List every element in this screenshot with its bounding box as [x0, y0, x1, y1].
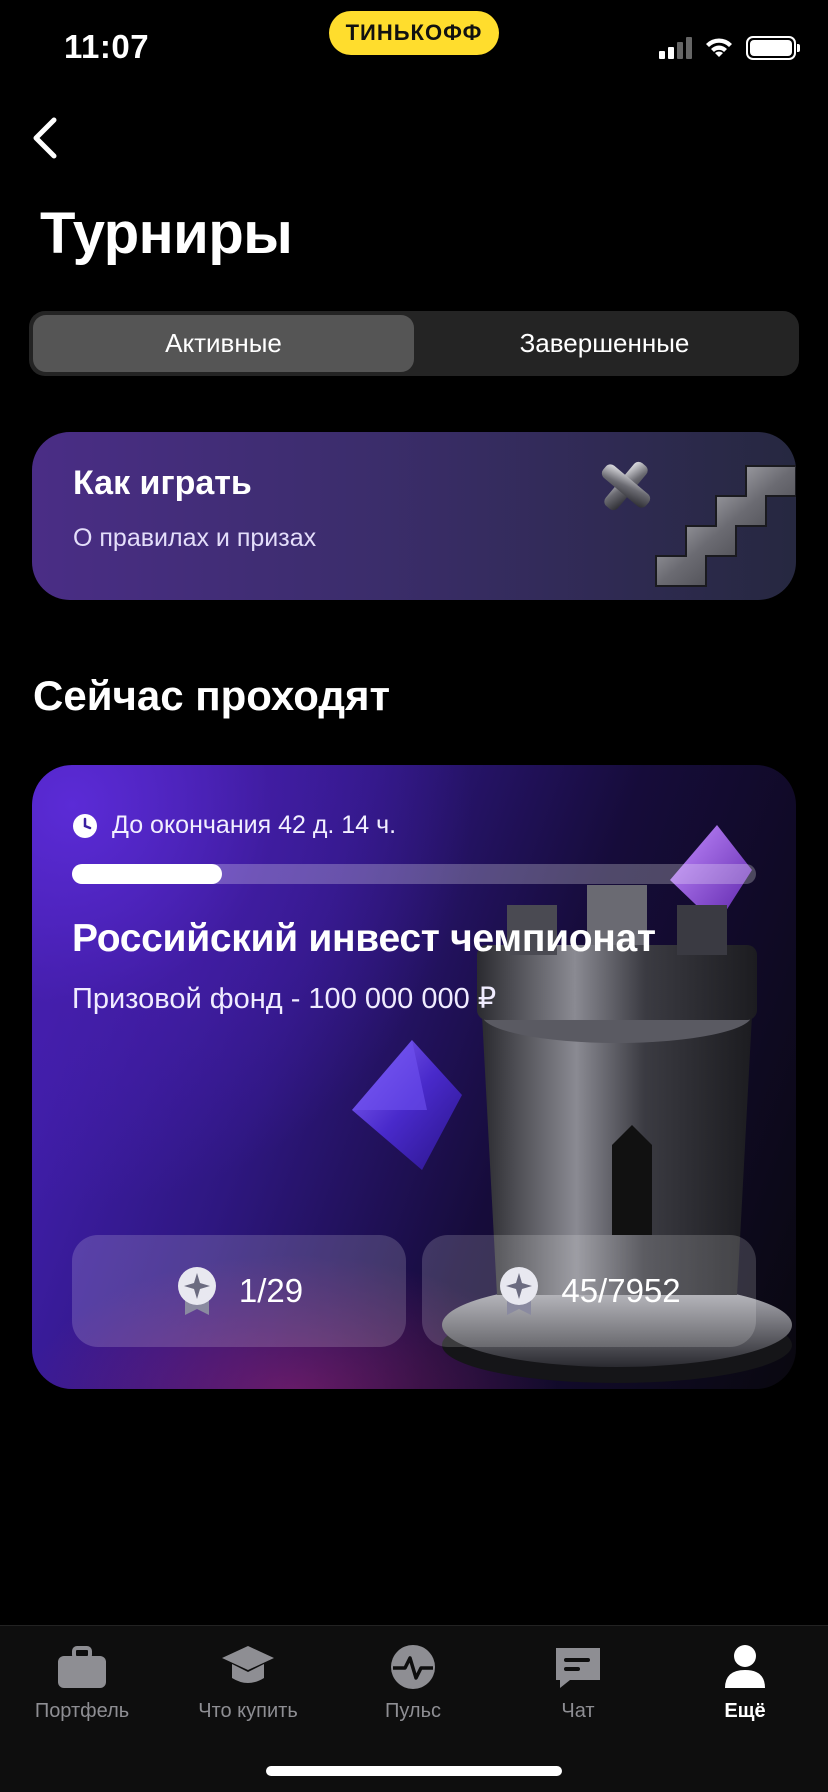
tournament-title: Российский инвест чемпионат [72, 917, 656, 960]
brand-pill: ТИНЬКОФФ [329, 11, 499, 55]
clock-icon [73, 813, 97, 838]
cellular-signal-icon [659, 37, 692, 59]
tab-chat[interactable]: Чат [498, 1642, 658, 1723]
tab-label: Ещё [724, 1700, 766, 1722]
chevron-left-icon [33, 117, 57, 159]
rank-value-2: 45/7952 [561, 1272, 681, 1309]
status-icons [659, 36, 800, 60]
segmented-control: Активные Завершенные [29, 311, 799, 376]
progress-fill [72, 864, 223, 884]
tab-pulse[interactable]: Пульс [333, 1642, 493, 1723]
tab-label: Портфель [34, 1700, 130, 1722]
section-title: Сейчас проходят [33, 672, 391, 719]
medal-icon [500, 1267, 539, 1315]
medal-icon [177, 1267, 216, 1315]
pulse-icon [391, 1645, 435, 1689]
status-time: 11:07 [64, 28, 150, 65]
tetris-blocks-illustration [601, 461, 796, 587]
profile-icon [725, 1645, 765, 1688]
how-to-play-card[interactable]: Как играть О правилах и призах [32, 432, 796, 600]
back-button[interactable] [20, 110, 68, 166]
how-to-play-title: Как играть [73, 464, 252, 502]
home-indicator [266, 1766, 562, 1776]
rank-stat-1[interactable]: 1/29 [72, 1235, 406, 1347]
page-title: Турниры [40, 201, 293, 266]
tab-what-to-buy[interactable]: Что купить [168, 1642, 328, 1723]
timer-row: До окончания 42 д. 14 ч. [72, 811, 396, 840]
briefcase-icon [58, 1646, 106, 1688]
how-to-play-subtitle: О правилах и призах [73, 524, 317, 552]
tournament-card[interactable]: До окончания 42 д. 14 ч. Российский инве… [32, 765, 796, 1389]
rank-value-1: 1/29 [238, 1272, 304, 1309]
graduation-cap-icon [222, 1646, 274, 1683]
tournament-progress-bar [72, 864, 756, 884]
tab-finished[interactable]: Завершенные [414, 315, 795, 372]
tab-label: Пульс [384, 1700, 442, 1722]
rank-stat-2[interactable]: 45/7952 [422, 1235, 756, 1347]
battery-icon [746, 36, 800, 60]
wifi-icon [706, 38, 732, 57]
tab-active[interactable]: Активные [33, 315, 414, 372]
time-remaining: До окончания 42 д. 14 ч. [112, 811, 397, 839]
tab-portfolio[interactable]: Портфель [2, 1642, 162, 1723]
tab-label: Что купить [198, 1700, 298, 1722]
prize-pool: Призовой фонд - 100 000 000 ₽ [72, 983, 497, 1015]
tab-label: Чат [561, 1700, 595, 1722]
tab-more[interactable]: Ещё [665, 1642, 825, 1723]
chat-icon [556, 1648, 600, 1688]
